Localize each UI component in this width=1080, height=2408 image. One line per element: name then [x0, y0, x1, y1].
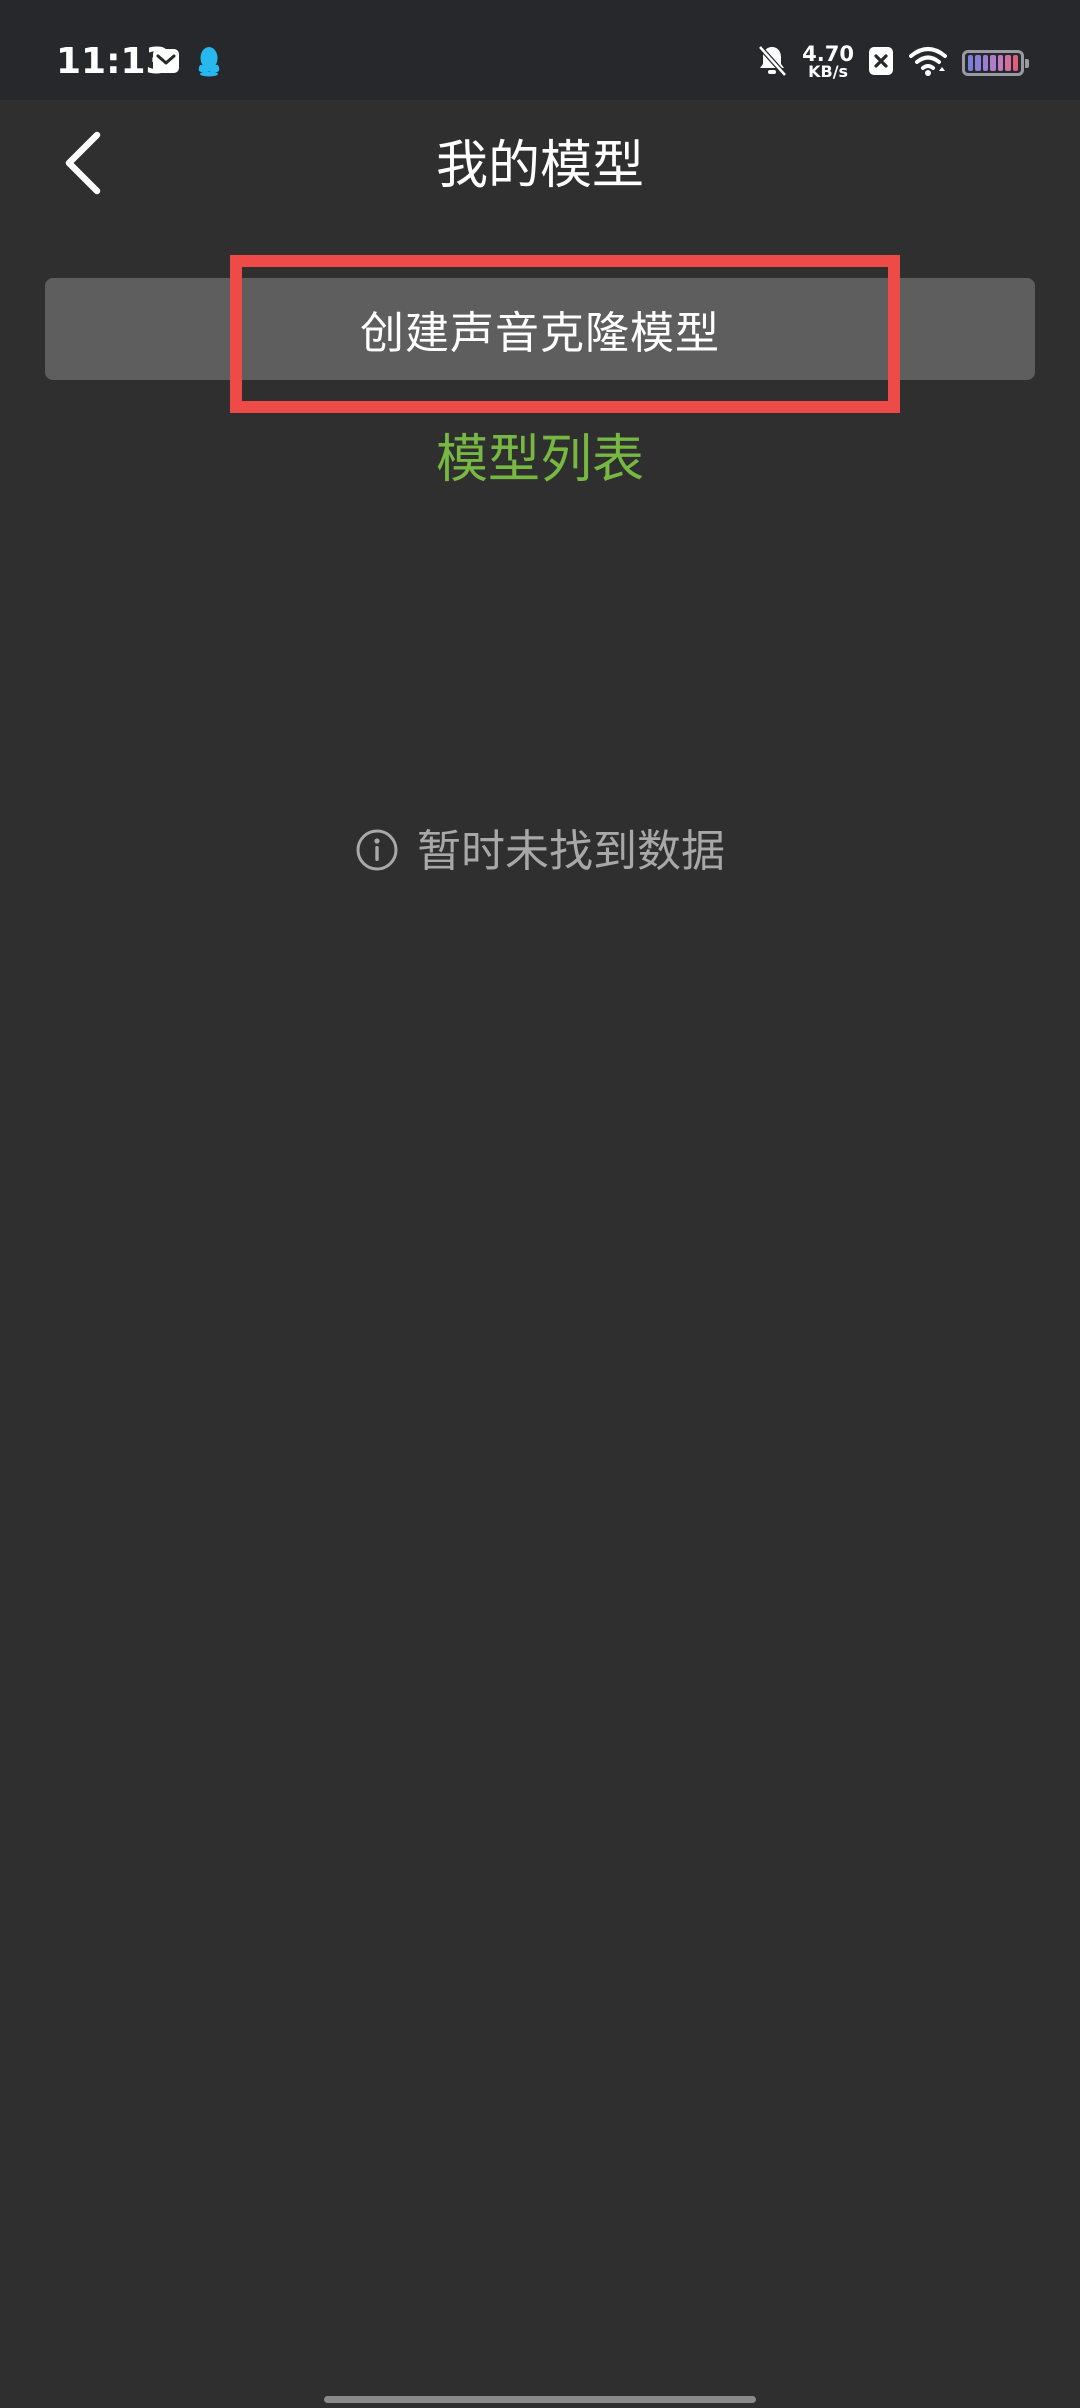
- battery-cell: [990, 55, 996, 71]
- create-button-label: 创建声音克隆模型: [360, 308, 720, 359]
- empty-state-text: 暂时未找到数据: [417, 826, 725, 877]
- wifi-icon: [908, 45, 948, 81]
- mail-icon: [152, 47, 180, 79]
- battery-cell: [982, 55, 989, 71]
- network-speed-unit: KB/s: [808, 62, 849, 81]
- status-bar: 11:13 4.70 KB/s: [0, 0, 1080, 100]
- create-voice-clone-model-button[interactable]: 创建声音克隆模型: [45, 278, 1035, 380]
- network-speed-value: 4.70: [802, 42, 854, 66]
- battery-cell: [1012, 55, 1018, 71]
- qq-penguin-icon: [196, 45, 222, 81]
- bell-off-icon: [756, 44, 788, 82]
- empty-state: 暂时未找到数据: [0, 822, 1080, 882]
- battery-cell: [997, 55, 1004, 71]
- home-indicator[interactable]: [324, 2396, 756, 2403]
- notification-icons: [152, 46, 222, 80]
- battery-icon: [962, 50, 1029, 76]
- app-header: 我的模型: [0, 100, 1080, 230]
- page-title: 我的模型: [435, 136, 644, 196]
- info-circle-icon: [355, 828, 399, 876]
- system-icons: 4.70 KB/s: [756, 40, 1029, 86]
- close-box-icon: [868, 46, 894, 80]
- model-list-title: 模型列表: [435, 430, 644, 490]
- network-speed: 4.70 KB/s: [802, 42, 854, 81]
- battery-cell: [968, 55, 974, 71]
- battery-cell: [975, 55, 981, 71]
- battery-cell: [1005, 55, 1011, 71]
